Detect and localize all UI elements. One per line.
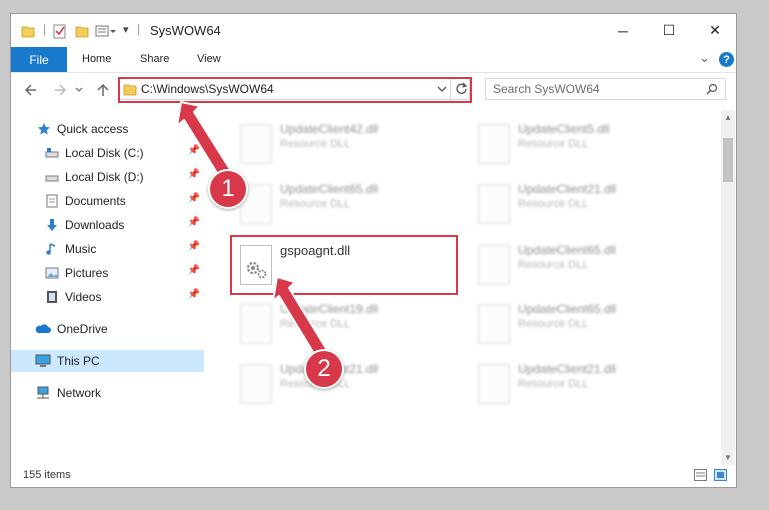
annotation-arrows — [176, 101, 328, 358]
step-2-badge: 2 — [304, 349, 344, 389]
explorer-window: | ▾ | SysWOW64 ─ ☐ ✕ File Home Share Vie… — [10, 13, 737, 488]
step-1-badge: 1 — [208, 169, 248, 209]
arrow-2 — [272, 276, 328, 358]
